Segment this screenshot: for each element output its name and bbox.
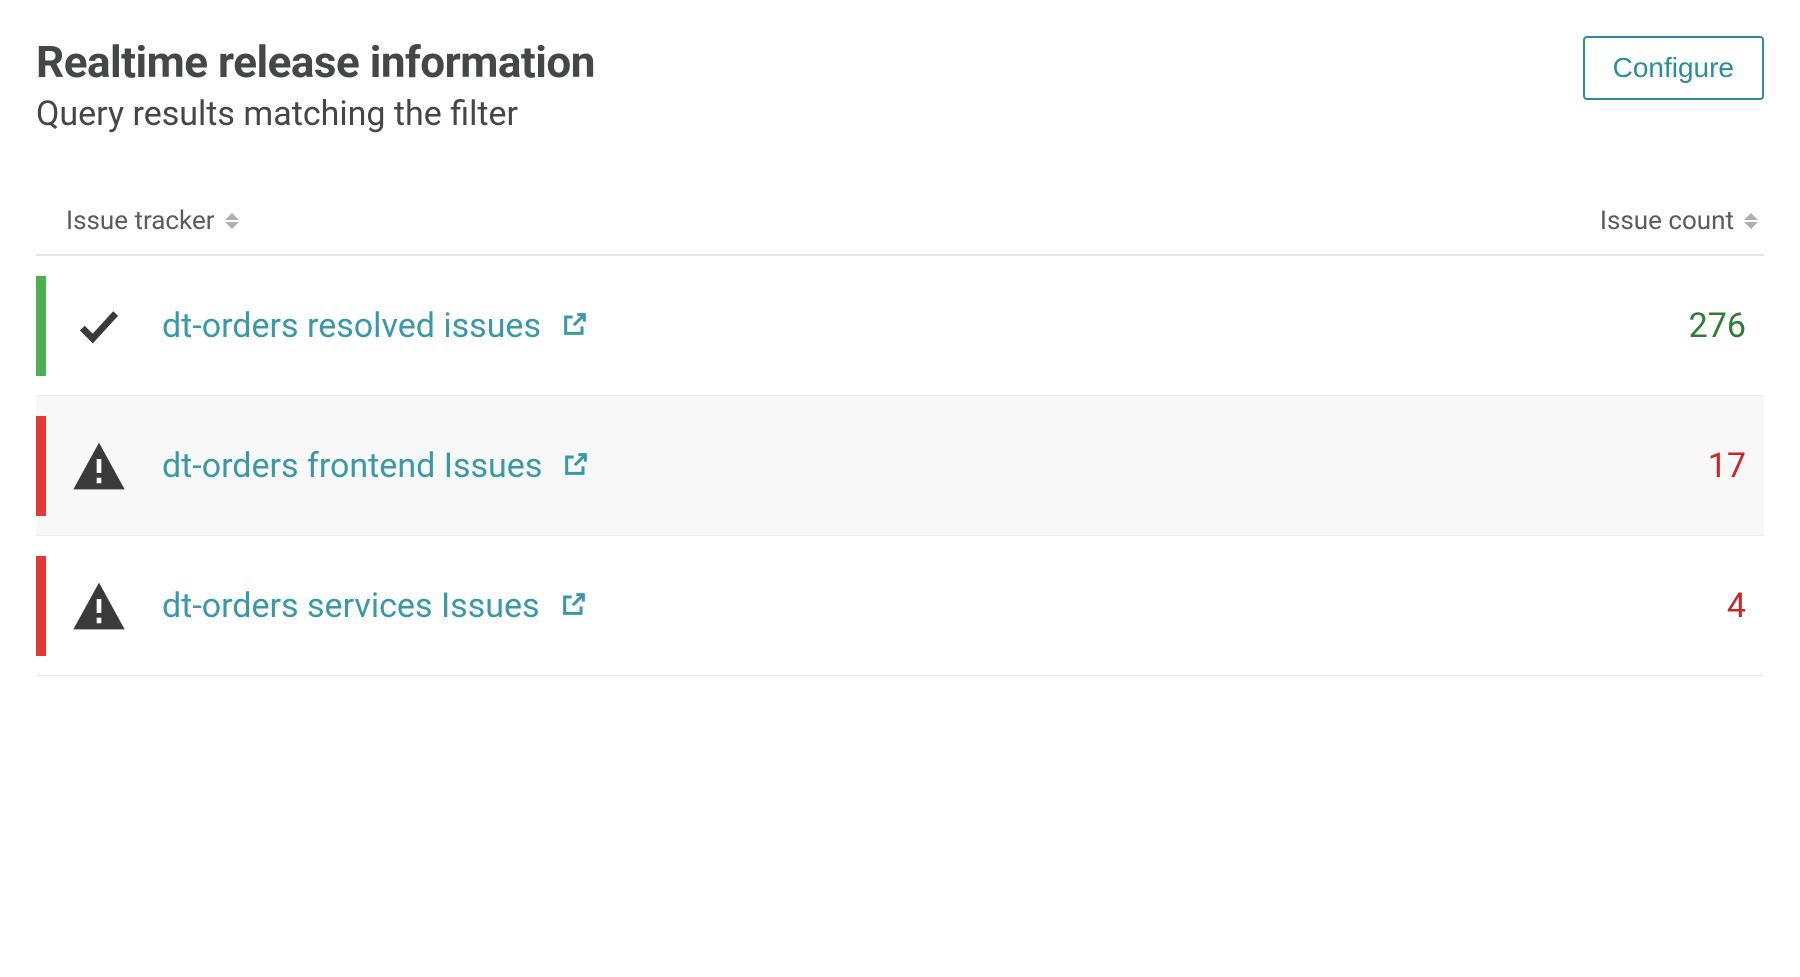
configure-button[interactable]: Configure <box>1583 36 1764 100</box>
sort-icon <box>1744 213 1758 229</box>
column-header-issue-tracker[interactable]: Issue tracker <box>66 206 1600 236</box>
title-block: Realtime release information Query resul… <box>36 36 595 134</box>
status-indicator <box>36 556 46 656</box>
column-header-issue-count[interactable]: Issue count <box>1600 206 1758 236</box>
external-link-icon[interactable] <box>562 450 590 482</box>
tracker-link[interactable]: dt-orders resolved issues <box>162 306 541 346</box>
tracker-link[interactable]: dt-orders frontend Issues <box>162 446 542 486</box>
tracker-cell: dt-orders services Issues <box>162 586 1727 626</box>
table-header-row: Issue tracker Issue count <box>36 206 1764 256</box>
issue-count: 276 <box>1689 306 1746 346</box>
tracker-cell: dt-orders resolved issues <box>162 306 1689 346</box>
table-row[interactable]: dt-orders services Issues 4 <box>36 536 1764 676</box>
status-indicator <box>36 416 46 516</box>
tracker-cell: dt-orders frontend Issues <box>162 446 1708 486</box>
panel-header: Realtime release information Query resul… <box>36 36 1764 134</box>
issue-count: 17 <box>1708 446 1746 486</box>
sort-icon <box>225 213 239 229</box>
tracker-link[interactable]: dt-orders services Issues <box>162 586 540 626</box>
external-link-icon[interactable] <box>560 590 588 622</box>
issue-tracker-table: Issue tracker Issue count dt-orders reso… <box>36 206 1764 676</box>
issue-count: 4 <box>1727 586 1746 626</box>
warning-icon <box>68 440 130 492</box>
column-header-label: Issue tracker <box>66 206 215 236</box>
table-row[interactable]: dt-orders resolved issues 276 <box>36 256 1764 396</box>
warning-icon <box>68 580 130 632</box>
checkmark-icon <box>68 301 130 351</box>
table-row[interactable]: dt-orders frontend Issues 17 <box>36 396 1764 536</box>
status-indicator <box>36 276 46 376</box>
panel-subtitle: Query results matching the filter <box>36 94 595 134</box>
column-header-label: Issue count <box>1600 206 1734 236</box>
panel-title: Realtime release information <box>36 36 595 88</box>
external-link-icon[interactable] <box>561 310 589 342</box>
